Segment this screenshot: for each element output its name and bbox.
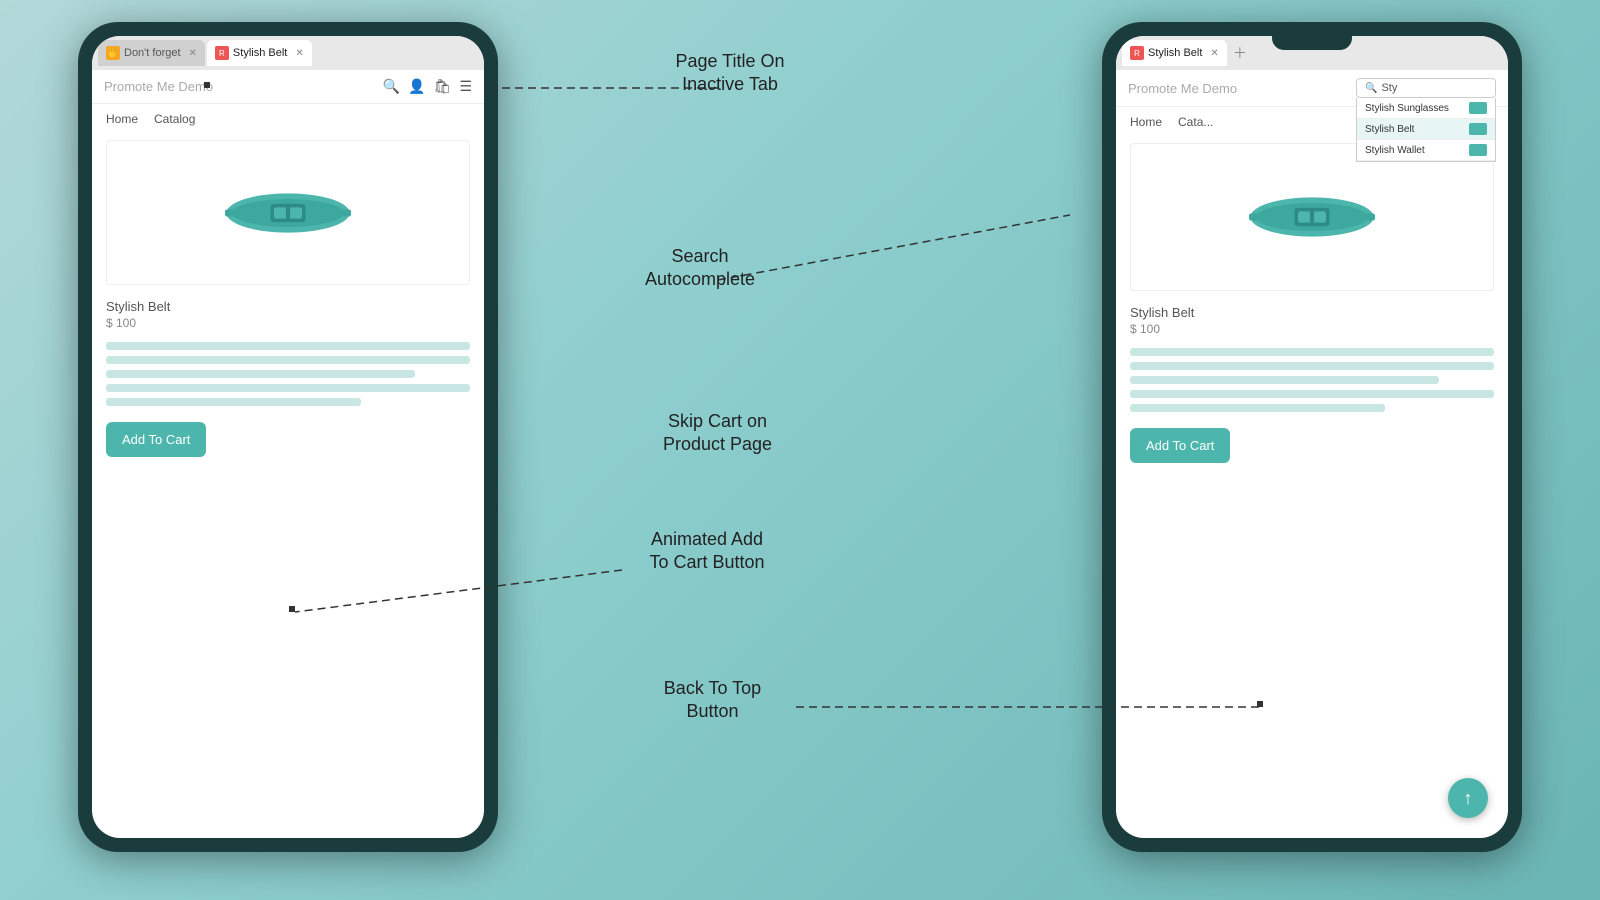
left-product-info: Stylish Belt $ 100 xyxy=(92,291,484,334)
left-product-description xyxy=(92,334,484,414)
left-product-price: $ 100 xyxy=(106,316,470,330)
tab-stylish-belt-right[interactable]: R Stylish Belt ✕ xyxy=(1122,40,1227,66)
tab-dont-forget-label: Don't forget xyxy=(124,47,181,59)
right-text-line-2 xyxy=(1130,362,1494,370)
right-product-info: Stylish Belt $ 100 xyxy=(1116,297,1508,340)
nav-catalog-left[interactable]: Catalog xyxy=(154,112,195,126)
text-line-1 xyxy=(106,342,470,350)
text-line-4 xyxy=(106,384,470,392)
text-line-2 xyxy=(106,356,470,364)
search-result-belt-img xyxy=(1469,123,1487,135)
tab-dont-forget[interactable]: 🖐 Don't forget ✕ xyxy=(98,40,205,66)
search-result-sunglasses[interactable]: Stylish Sunglasses xyxy=(1357,98,1495,119)
right-belt-svg xyxy=(1242,177,1382,257)
right-search-bar[interactable]: 🔍 Sty xyxy=(1356,78,1496,98)
tab-stylish-belt-close[interactable]: ✕ xyxy=(295,48,303,59)
tab-dont-forget-close[interactable]: ✕ xyxy=(189,48,197,59)
nav-catalog-right[interactable]: Cata... xyxy=(1178,115,1213,129)
right-search-input-text[interactable]: Sty xyxy=(1381,82,1397,94)
search-result-belt[interactable]: Stylish Belt xyxy=(1357,119,1495,140)
left-phone: 🖐 Don't forget ✕ R Stylish Belt ✕ Promot… xyxy=(78,22,498,852)
search-result-sunglasses-img xyxy=(1469,102,1487,114)
right-tab-close[interactable]: ✕ xyxy=(1210,48,1218,59)
right-search-container: 🔍 Sty Stylish Sunglasses Stylish Belt St… xyxy=(1356,78,1496,98)
search-result-sunglasses-label: Stylish Sunglasses xyxy=(1365,103,1449,114)
left-product-name: Stylish Belt xyxy=(106,299,470,314)
right-tab-favicon: R xyxy=(1130,46,1144,60)
annotation-search-autocomplete: SearchAutocomplete xyxy=(610,245,790,292)
back-to-top-icon: ↑ xyxy=(1464,788,1473,809)
text-line-3 xyxy=(106,370,415,378)
right-tab-plus[interactable]: ＋ xyxy=(1233,43,1247,63)
search-result-wallet-img xyxy=(1469,144,1487,156)
right-text-line-5 xyxy=(1130,404,1385,412)
right-phone-notch xyxy=(1272,36,1352,50)
back-to-top-button[interactable]: ↑ xyxy=(1448,778,1488,818)
tab-stylish-belt-left[interactable]: R Stylish Belt ✕ xyxy=(207,40,312,66)
tab-stylish-belt-label: Stylish Belt xyxy=(233,47,287,59)
user-icon[interactable]: 👤 xyxy=(408,78,425,95)
right-product-image-box xyxy=(1130,143,1494,291)
right-search-icon: 🔍 xyxy=(1365,83,1377,94)
right-phone-screen: R Stylish Belt ✕ ＋ Promote Me Demo 🔍 Sty… xyxy=(1116,36,1508,838)
annotation-back-to-top: Back To TopButton xyxy=(625,677,800,724)
menu-icon[interactable]: ☰ xyxy=(459,78,472,95)
left-browser-tabs: 🖐 Don't forget ✕ R Stylish Belt ✕ xyxy=(92,36,484,70)
right-text-line-3 xyxy=(1130,376,1439,384)
right-site-header: Promote Me Demo 🔍 Sty Stylish Sunglasses… xyxy=(1116,70,1508,107)
left-site-logo: Promote Me Demo xyxy=(104,79,213,94)
search-result-wallet-label: Stylish Wallet xyxy=(1365,145,1425,156)
cart-icon[interactable]: 🛍 xyxy=(434,78,452,95)
left-site-header: Promote Me Demo 🔍 👤 🛍 ☰ xyxy=(92,70,484,104)
search-icon[interactable]: 🔍 xyxy=(383,78,400,95)
annotation-animated-add-to-cart: Animated AddTo Cart Button xyxy=(607,528,807,575)
search-result-belt-label: Stylish Belt xyxy=(1365,124,1414,135)
tab-stylish-belt-favicon: R xyxy=(215,46,229,60)
annotation-skip-cart: Skip Cart onProduct Page xyxy=(625,410,810,457)
right-product-name: Stylish Belt xyxy=(1130,305,1494,320)
annotation-page-title: Page Title OnInactive Tab xyxy=(640,50,820,97)
right-site-logo: Promote Me Demo xyxy=(1128,81,1237,96)
left-product-image-box xyxy=(106,140,470,285)
right-search-dropdown: Stylish Sunglasses Stylish Belt Stylish … xyxy=(1356,98,1496,162)
right-product-price: $ 100 xyxy=(1130,322,1494,336)
left-belt-svg xyxy=(218,173,358,253)
left-header-icons: 🔍 👤 🛍 ☰ xyxy=(383,78,472,95)
left-site-nav: Home Catalog xyxy=(92,104,484,134)
text-line-5 xyxy=(106,398,361,406)
nav-home-left[interactable]: Home xyxy=(106,112,138,126)
tab-dont-forget-favicon: 🖐 xyxy=(106,46,120,60)
right-phone: R Stylish Belt ✕ ＋ Promote Me Demo 🔍 Sty… xyxy=(1102,22,1522,852)
right-add-to-cart-button[interactable]: Add To Cart xyxy=(1130,428,1230,463)
left-phone-screen: 🖐 Don't forget ✕ R Stylish Belt ✕ Promot… xyxy=(92,36,484,838)
left-add-to-cart-button[interactable]: Add To Cart xyxy=(106,422,206,457)
right-product-description xyxy=(1116,340,1508,420)
search-result-wallet[interactable]: Stylish Wallet xyxy=(1357,140,1495,161)
right-text-line-4 xyxy=(1130,390,1494,398)
nav-home-right[interactable]: Home xyxy=(1130,115,1162,129)
right-tab-label: Stylish Belt xyxy=(1148,47,1202,59)
right-text-line-1 xyxy=(1130,348,1494,356)
